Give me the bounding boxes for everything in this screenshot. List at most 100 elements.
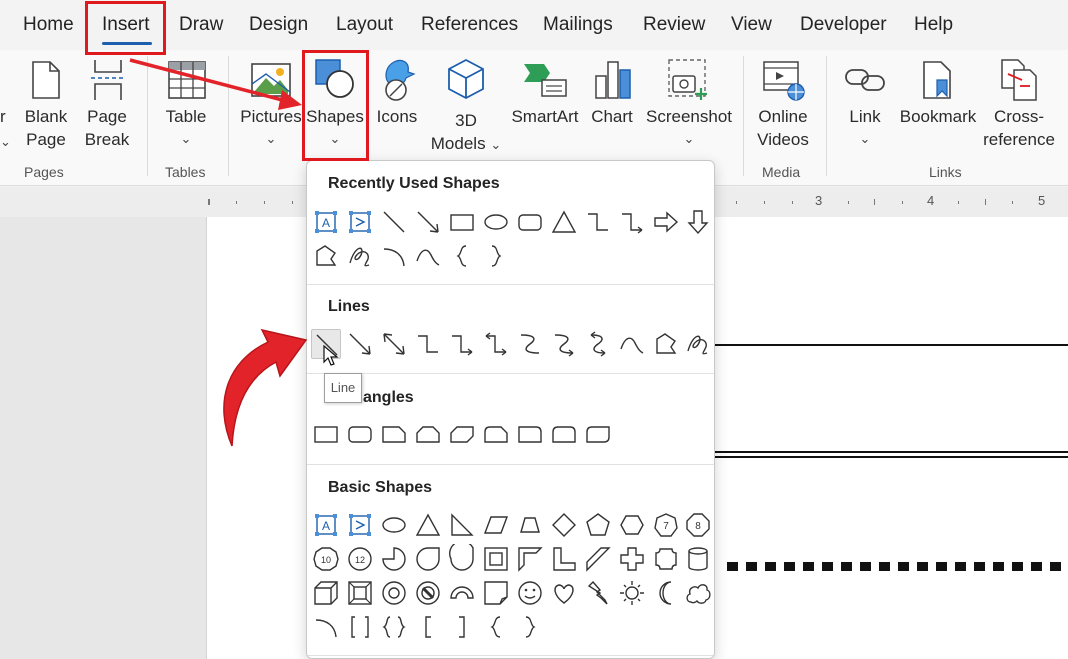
smiley-face-shape[interactable] (515, 578, 545, 608)
rounded-rectangle-shape[interactable] (515, 207, 545, 237)
line-shape[interactable] (379, 207, 409, 237)
line-arrow-shape[interactable] (413, 207, 443, 237)
diamond-shape[interactable] (549, 510, 579, 540)
bevel-shape[interactable] (345, 578, 375, 608)
tab-developer[interactable]: Developer (800, 14, 887, 36)
plaque-shape[interactable] (651, 544, 681, 574)
curved-arrow-connector-shape[interactable] (549, 329, 579, 359)
right-arrow-shape[interactable] (651, 207, 681, 237)
double-bracket-shape[interactable] (345, 612, 375, 642)
elbow-double-arrow-connector-shape[interactable] (481, 329, 511, 359)
snip-and-round-rectangle-shape[interactable] (481, 419, 511, 449)
tab-help[interactable]: Help (914, 14, 953, 36)
left-bracket-shape[interactable] (413, 612, 443, 642)
oval-shape[interactable] (379, 510, 409, 540)
scribble-shape[interactable] (683, 329, 713, 359)
dodecagon-shape[interactable]: 12 (345, 544, 375, 574)
tab-insert[interactable]: Insert (102, 14, 150, 36)
document-line-dotted[interactable] (727, 562, 1068, 571)
pentagon-shape[interactable] (583, 510, 613, 540)
right-brace-shape[interactable] (515, 612, 545, 642)
freeform-shape[interactable] (651, 329, 681, 359)
line-arrow-shape[interactable] (345, 329, 375, 359)
can-shape[interactable] (683, 544, 713, 574)
octagon-shape[interactable]: 8 (683, 510, 713, 540)
cloud-shape[interactable] (683, 578, 713, 608)
moon-shape[interactable] (651, 578, 681, 608)
line-double-arrow-shape[interactable] (379, 329, 409, 359)
shapes-button[interactable]: Shapes ⌄ (304, 54, 366, 154)
tab-home[interactable]: Home (23, 14, 74, 36)
teardrop-shape[interactable] (413, 544, 443, 574)
tab-layout[interactable]: Layout (336, 14, 393, 36)
document-line-single[interactable] (715, 344, 1068, 346)
online-videos-button[interactable]: Online Videos (750, 54, 816, 154)
cross-reference-button[interactable]: Cross- reference (982, 54, 1056, 154)
blank-page-button[interactable]: Blank Page (20, 54, 72, 154)
textbox-shape[interactable]: A (311, 510, 341, 540)
frame-shape[interactable] (481, 544, 511, 574)
curve-shape[interactable] (413, 241, 443, 271)
cover-page-button-partial[interactable]: r ⌄ (0, 106, 11, 166)
l-shape[interactable] (549, 544, 579, 574)
scribble-shape[interactable] (345, 241, 375, 271)
document-line-double-top[interactable] (715, 451, 1068, 453)
round-single-corner-rectangle-shape[interactable] (515, 419, 545, 449)
diagonal-stripe-shape[interactable] (583, 544, 613, 574)
rounded-rectangle-shape[interactable] (345, 419, 375, 449)
document-line-double-bottom[interactable] (715, 456, 1068, 458)
arc-shape[interactable] (311, 612, 341, 642)
partial-circle-shape[interactable] (379, 544, 409, 574)
sun-shape[interactable] (617, 578, 647, 608)
folded-corner-shape[interactable] (481, 578, 511, 608)
tab-draw[interactable]: Draw (179, 14, 223, 36)
no-symbol-shape[interactable] (413, 578, 443, 608)
chart-button[interactable]: Chart (588, 54, 636, 154)
down-arrow-shape[interactable] (683, 207, 713, 237)
freeform-shape[interactable] (311, 241, 341, 271)
decagon-shape[interactable]: 10 (311, 544, 341, 574)
left-brace-shape[interactable] (481, 612, 511, 642)
cross-shape[interactable] (617, 544, 647, 574)
link-button[interactable]: Link ⌄ (840, 54, 890, 154)
table-button[interactable]: Table ⌄ (158, 54, 214, 154)
tab-view[interactable]: View (731, 14, 772, 36)
right-triangle-shape[interactable] (447, 510, 477, 540)
screenshot-button[interactable]: Screenshot ⌄ (644, 54, 734, 154)
triangle-shape[interactable] (549, 207, 579, 237)
vertical-textbox-shape[interactable] (345, 207, 375, 237)
tab-references[interactable]: References (421, 14, 518, 36)
textbox-shape[interactable]: A (311, 207, 341, 237)
3d-models-button[interactable]: 3D Models ⌄ (428, 54, 504, 154)
curve-shape[interactable] (617, 329, 647, 359)
curved-double-arrow-connector-shape[interactable] (583, 329, 613, 359)
half-frame-shape[interactable] (515, 544, 545, 574)
snip-diagonal-corner-rectangle-shape[interactable] (447, 419, 477, 449)
smartart-button[interactable]: SmartArt (508, 54, 582, 154)
tab-mailings[interactable]: Mailings (543, 14, 613, 36)
oval-shape[interactable] (481, 207, 511, 237)
block-arc-shape[interactable] (447, 578, 477, 608)
heart-shape[interactable] (549, 578, 579, 608)
chord-shape[interactable] (447, 544, 477, 574)
bookmark-button[interactable]: Bookmark (897, 54, 979, 154)
snip-same-side-corner-rectangle-shape[interactable] (413, 419, 443, 449)
trapezoid-shape[interactable] (515, 510, 545, 540)
left-brace-shape[interactable] (447, 241, 477, 271)
tab-design[interactable]: Design (249, 14, 308, 36)
parallelogram-shape[interactable] (481, 510, 511, 540)
snip-single-corner-rectangle-shape[interactable] (379, 419, 409, 449)
elbow-arrow-connector-shape[interactable] (447, 329, 477, 359)
elbow-connector-shape[interactable] (413, 329, 443, 359)
double-brace-shape[interactable] (379, 612, 409, 642)
icons-button[interactable]: Icons (372, 54, 422, 154)
rectangle-shape[interactable] (447, 207, 477, 237)
lightning-bolt-shape[interactable] (583, 578, 613, 608)
arc-shape[interactable] (379, 241, 409, 271)
vertical-textbox-shape[interactable] (345, 510, 375, 540)
round-diagonal-corner-rectangle-shape[interactable] (583, 419, 613, 449)
tab-review[interactable]: Review (643, 14, 705, 36)
elbow-connector-shape[interactable] (583, 207, 613, 237)
heptagon-shape[interactable]: 7 (651, 510, 681, 540)
right-brace-shape[interactable] (481, 241, 511, 271)
